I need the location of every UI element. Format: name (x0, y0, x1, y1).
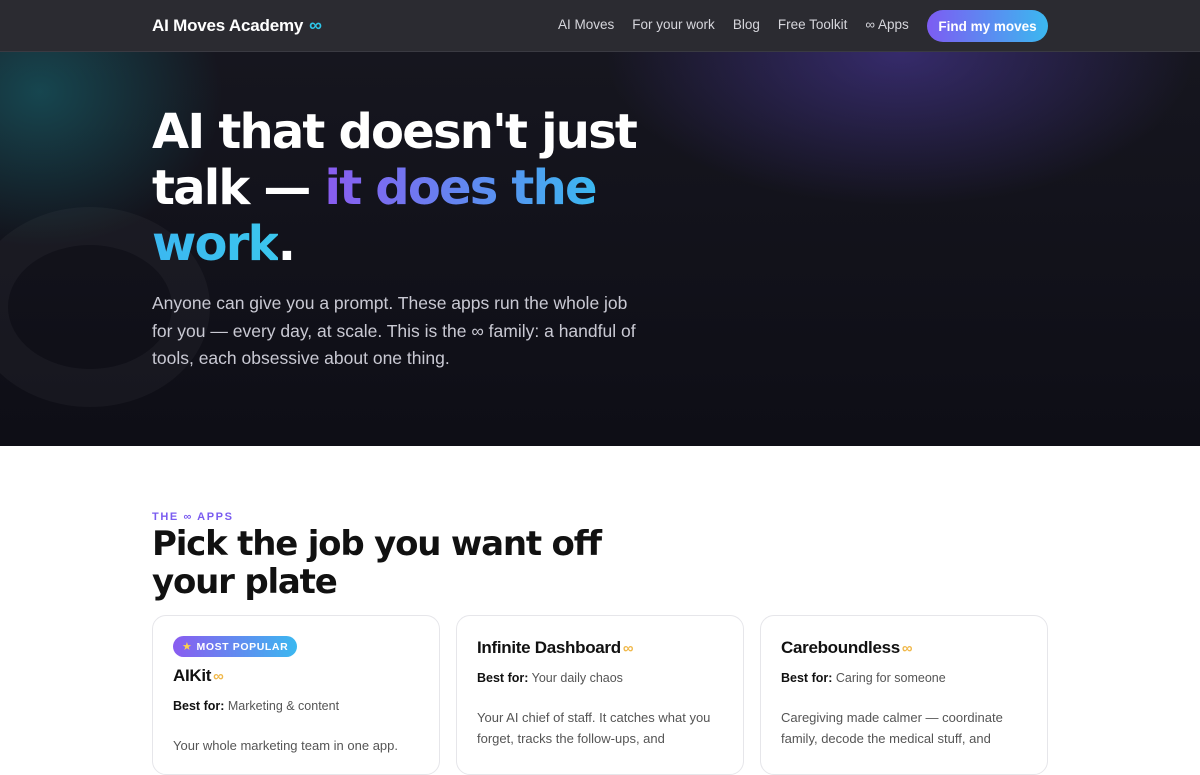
nav-link-apps-label: Apps (878, 17, 909, 32)
star-icon: ★ (182, 641, 193, 653)
best-for-value: Your daily chaos (531, 671, 623, 685)
hero-subtitle: Anyone can give you a prompt. These apps… (152, 293, 636, 368)
nav-links: AI Moves For your work Blog Free Toolkit… (558, 17, 927, 32)
app-card-aikit[interactable]: ★ MOST POPULAR AIKit ∞ Best for: Marketin… (152, 615, 440, 775)
best-for-value: Caring for someone (835, 671, 946, 685)
nav-link-free-toolkit[interactable]: Free Toolkit (778, 17, 848, 32)
infinity-icon: ∞ (309, 15, 322, 35)
best-for-label: Best for: (781, 671, 833, 685)
most-popular-badge: ★ MOST POPULAR (173, 636, 298, 657)
hero-title: AI that doesn't just talk — it does the … (152, 104, 712, 272)
hero-title-line2: talk — (152, 160, 325, 216)
section-eyebrow: THE ∞ APPS (152, 511, 234, 523)
hero-section: AI that doesn't just talk — it does the … (0, 52, 1200, 446)
best-for: Best for: Caring for someone (781, 671, 1027, 685)
app-description: Your whole marketing team in one app. (173, 738, 398, 753)
infinity-icon: ∞ (901, 640, 913, 657)
find-my-moves-button[interactable]: Find my moves (927, 10, 1048, 42)
nav-link-for-your-work[interactable]: For your work (632, 17, 715, 32)
app-name-text: AIKit (173, 666, 212, 685)
hero-title-highlight: it does the (324, 160, 598, 216)
app-description: Caregiving made calmer — coordinate fami… (781, 710, 1003, 746)
nav-link-apps[interactable]: ∞ Apps (865, 17, 908, 32)
app-name-text: Careboundless (781, 638, 900, 657)
app-card-infinite-dashboard[interactable]: Infinite Dashboard ∞ Best for: Your daily… (456, 615, 744, 775)
top-nav: AI Moves Academy ∞ AI Moves For your wor… (0, 0, 1200, 52)
app-name: Careboundless ∞ (781, 638, 1027, 658)
brand-logo[interactable]: AI Moves Academy ∞ (152, 15, 322, 36)
app-description: Your AI chief of staff. It catches what … (477, 710, 711, 746)
app-name: Infinite Dashboard ∞ (477, 638, 723, 658)
best-for: Best for: Your daily chaos (477, 671, 723, 685)
section-title: Pick the job you want off your plate (152, 524, 602, 602)
infinity-icon: ∞ (213, 668, 224, 685)
hero-title-highlight-end: work (152, 216, 280, 272)
brand-name: AI Moves Academy (152, 15, 304, 35)
best-for-value: Marketing & content (227, 699, 340, 713)
best-for-label: Best for: (477, 671, 529, 685)
app-name-text: Infinite Dashboard (477, 638, 621, 657)
hero-title-line1: AI that doesn't just (152, 104, 638, 160)
infinity-icon: ∞ (622, 640, 634, 657)
app-card-careboundless[interactable]: Careboundless ∞ Best for: Caring for some… (760, 615, 1048, 775)
best-for-label: Best for: (173, 699, 225, 713)
app-name: AIKit ∞ (173, 666, 419, 686)
best-for: Best for: Marketing & content (173, 699, 419, 713)
nav-link-ai-moves[interactable]: AI Moves (558, 17, 614, 32)
infinity-icon: ∞ (865, 17, 875, 32)
hero-title-period: . (277, 216, 296, 272)
badge-label: MOST POPULAR (196, 640, 289, 653)
nav-link-blog[interactable]: Blog (733, 17, 760, 32)
